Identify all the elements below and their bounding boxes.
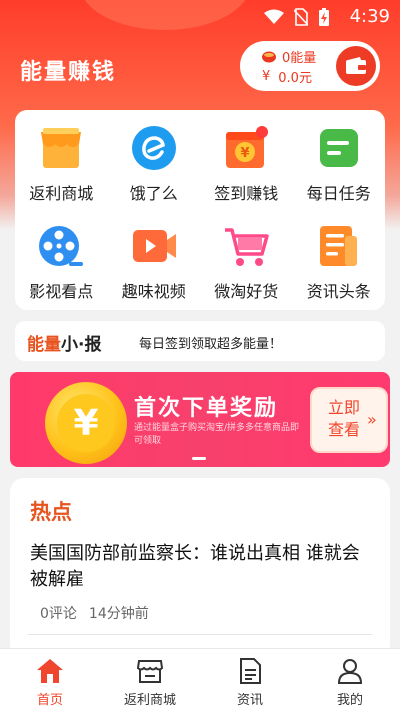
grid-item-label: 影视看点 [29, 282, 94, 301]
hot-section-title: 热点 [30, 500, 72, 524]
news-brand: 能量小·报 [27, 330, 101, 355]
tab-label: 我的 [336, 693, 363, 708]
shopping-cart-icon [225, 228, 269, 266]
grid-item-label: 微淘好货 [214, 282, 279, 301]
grid-item-news[interactable]: 资讯头条 [293, 216, 386, 306]
wifi-icon [264, 9, 284, 24]
grid-item-label: 趣味视频 [121, 282, 186, 301]
wallet-summary[interactable]: 0能量 ¥ 0.0元 [240, 41, 380, 91]
grid-item-label: 返利商城 [29, 184, 94, 203]
tab-label: 资讯 [236, 693, 263, 708]
status-bar: 4:39 [0, 0, 400, 34]
news-ticker[interactable]: 能量小·报 每日签到领取超多能量！ [15, 321, 385, 361]
grid-item-label: 资讯头条 [306, 282, 371, 301]
grid-item-label: 饿了么 [129, 184, 178, 203]
store-icon [41, 128, 82, 168]
store-icon [136, 660, 164, 683]
banner-title: 首次下单奖励 [134, 396, 279, 421]
grid-item-label: 每日任务 [306, 184, 371, 203]
news-brand-part2: 小·报 [61, 335, 102, 355]
news-message: 每日签到领取超多能量！ [139, 337, 283, 352]
user-icon [337, 659, 363, 684]
news-meta: 0评论 14分钟前 [40, 603, 149, 623]
grid-item-fun-video[interactable]: 趣味视频 [108, 216, 201, 306]
tab-mine[interactable]: 我的 [300, 649, 400, 711]
banner-view-button[interactable]: 立即查看 » [310, 387, 388, 453]
tab-rebate-mall[interactable]: 返利商城 [100, 649, 200, 711]
page-title: 能量赚钱 [20, 60, 117, 85]
tab-home[interactable]: 首页 [0, 649, 100, 711]
banner-cta-label: 立即查看 [328, 398, 361, 439]
wallet-icon [346, 57, 366, 74]
film-reel-icon [39, 226, 84, 266]
double-chevron-right-icon: » [367, 410, 377, 429]
feature-grid-card: 返利商城 饿了么 ¥ 签到赚钱 每日任务 影视看点 趣味视频 微淘好货 资讯头条 [15, 110, 385, 310]
banner-subtitle: 通过能量盒子购买淘宝/拼多多任意商品即可领取 [134, 423, 300, 446]
news-brand-part1: 能量 [27, 335, 61, 355]
newspaper-icon [319, 226, 357, 266]
grid-item-checkin[interactable]: ¥ 签到赚钱 [200, 118, 293, 208]
battery-charging-icon [319, 8, 329, 26]
grid-item-eleme[interactable]: 饿了么 [108, 118, 201, 208]
coin-symbol: ¥ [57, 394, 115, 452]
document-icon [240, 658, 261, 684]
grid-item-daily-task[interactable]: 每日任务 [293, 118, 386, 208]
grid-item-weitao[interactable]: 微淘好货 [200, 216, 293, 306]
carousel-indicator [192, 457, 206, 460]
currency-symbol: ¥ [262, 69, 271, 84]
promo-banner[interactable]: ¥ 首次下单奖励 通过能量盒子购买淘宝/拼多多任意商品即可领取 立即查看 » [10, 372, 390, 467]
bottom-tab-bar: 首页 返利商城 资讯 我的 [0, 648, 400, 711]
task-icon [319, 129, 358, 167]
money-balance: 0.0元 [278, 71, 312, 86]
home-icon [37, 659, 63, 683]
grid-item-movies[interactable]: 影视看点 [15, 216, 108, 306]
divider [28, 634, 372, 635]
grid-item-label: 签到赚钱 [214, 184, 279, 203]
tab-label: 返利商城 [123, 693, 176, 708]
news-time: 14分钟前 [88, 606, 149, 622]
wallet-button[interactable] [336, 46, 376, 86]
news-headline[interactable]: 美国国防部前监察长：谁说出真相 谁就会被解雇 [30, 541, 370, 593]
tab-news[interactable]: 资讯 [200, 649, 300, 711]
energy-balance: 0能量 [282, 51, 317, 66]
eleme-icon [131, 126, 176, 170]
comment-count: 0评论 [40, 606, 77, 622]
svg-text:¥: ¥ [241, 146, 250, 161]
video-play-icon [132, 230, 176, 262]
hot-news-card: 热点 美国国防部前监察长：谁说出真相 谁就会被解雇 0评论 14分钟前 [10, 478, 390, 658]
grid-item-rebate-mall[interactable]: 返利商城 [15, 118, 108, 208]
checkin-icon: ¥ [226, 126, 269, 168]
status-time: 4:39 [349, 6, 390, 27]
tab-label: 首页 [36, 693, 63, 708]
red-packet-icon [262, 51, 276, 62]
feature-grid: 返利商城 饿了么 ¥ 签到赚钱 每日任务 影视看点 趣味视频 微淘好货 资讯头条 [15, 118, 385, 306]
no-sim-icon [294, 8, 308, 26]
